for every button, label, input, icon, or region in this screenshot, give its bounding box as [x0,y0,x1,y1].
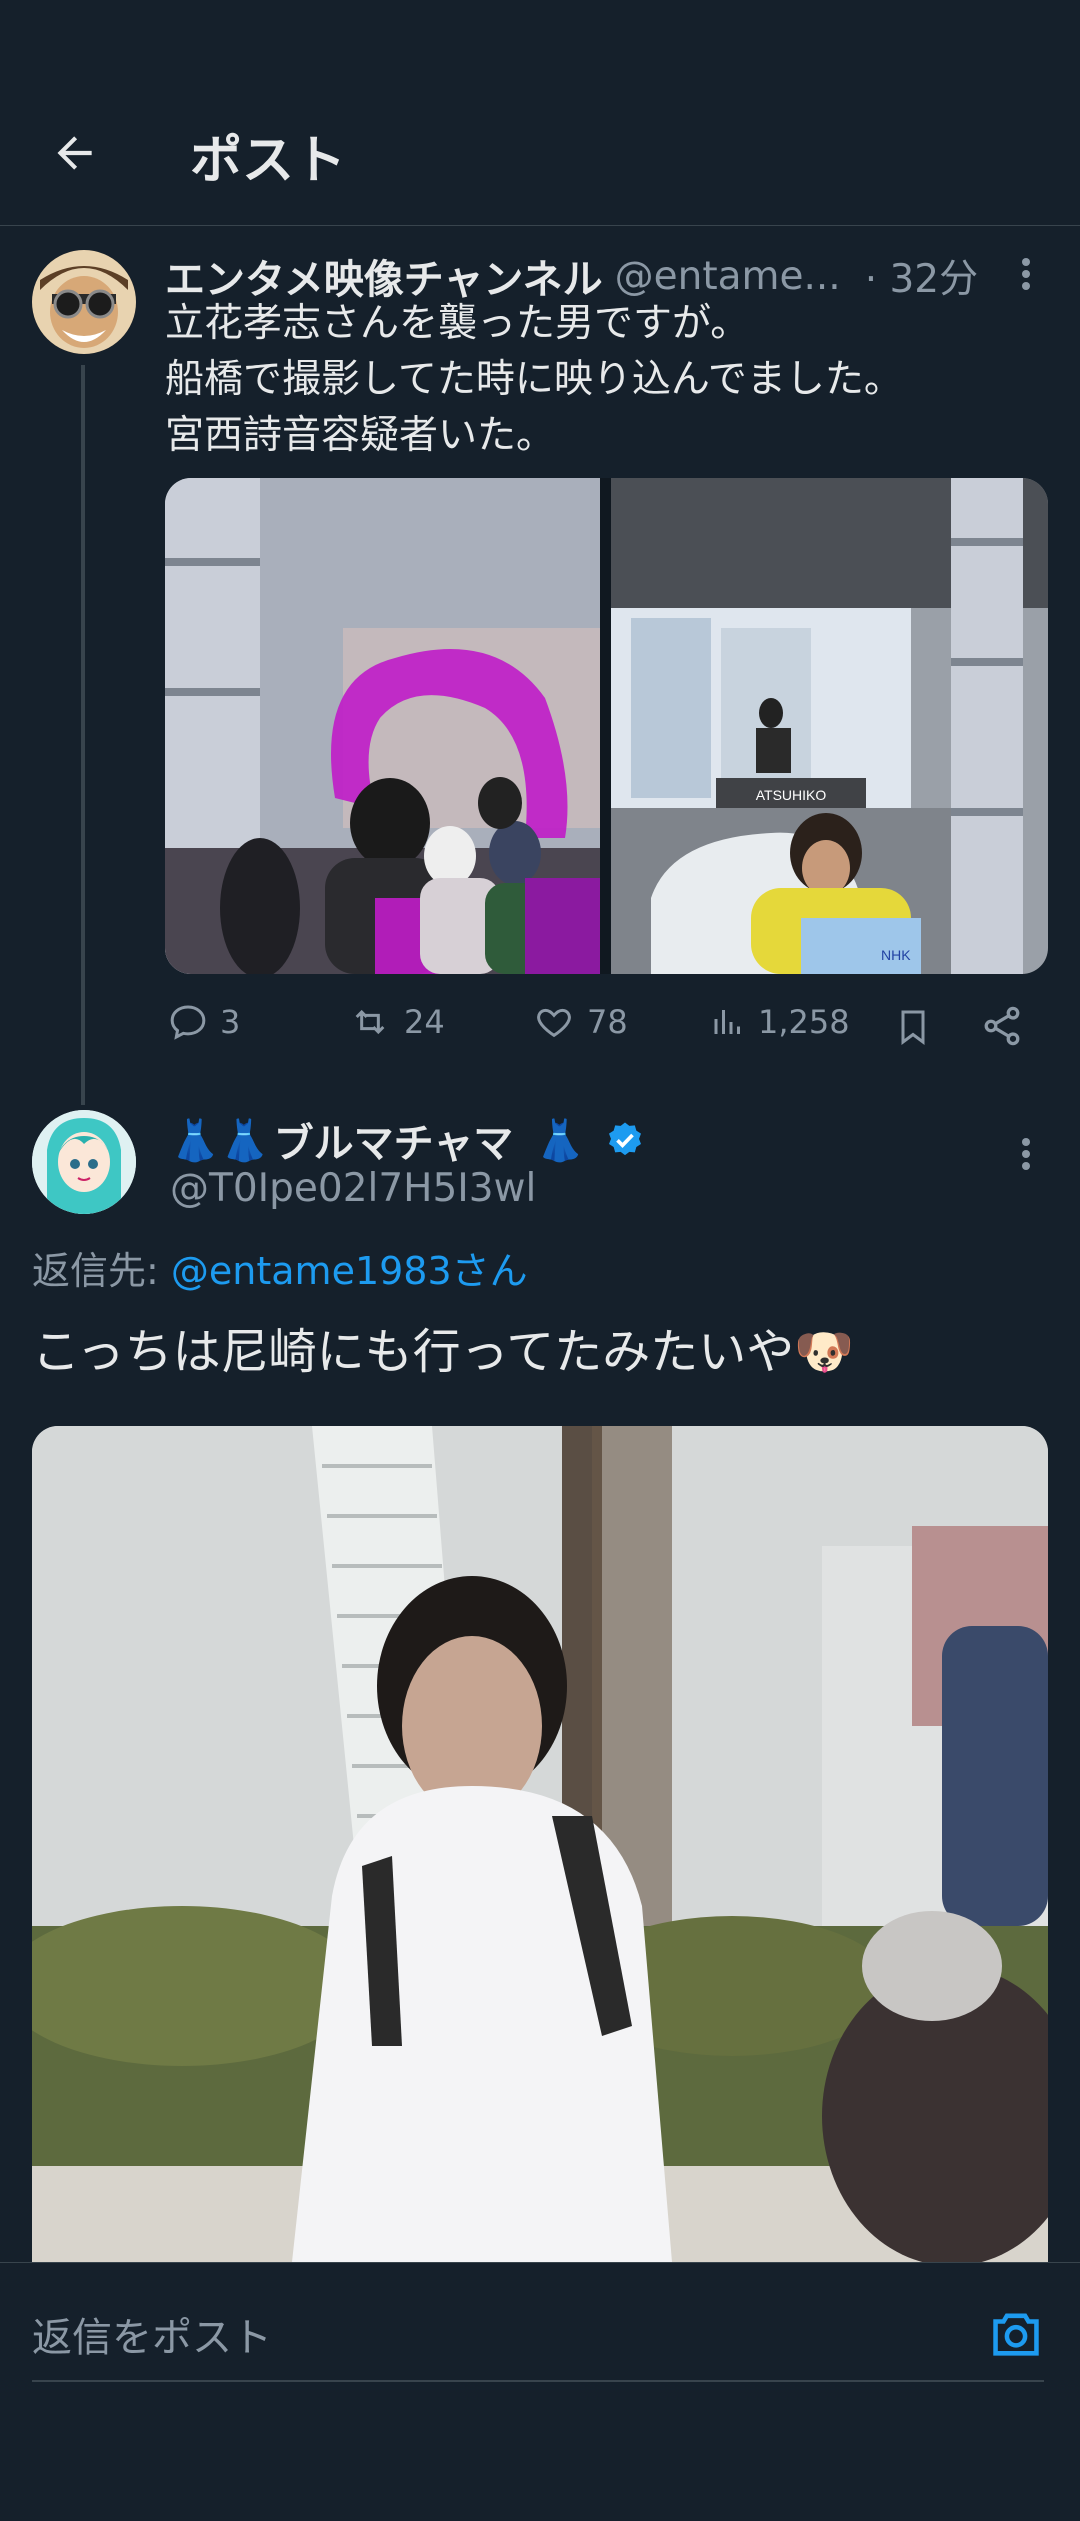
reply-post-text: こっちは尼崎にも行ってたみたいや🐶 [32,1324,855,1380]
share-button[interactable] [980,1004,1024,1048]
top-app-bar [0,0,1080,226]
author-avatar[interactable] [32,250,136,354]
bookmark-icon [901,1010,925,1045]
reply-author-avatar[interactable] [32,1110,136,1214]
share-icon [984,1006,1020,1046]
post-text: 立花孝志さんを襲った男ですが。 船橋で撮影してた時に映り込んでました。 宮西詩音… [165,296,1045,464]
post-text-line: 船橋で撮影してた時に映り込んでました。 [165,357,903,402]
post-text-line: 立花孝志さんを襲った男ですが。 [165,301,750,346]
reply-count: 3 [220,1003,241,1041]
reply-to-mention[interactable]: @entame1983さん [171,1249,528,1293]
photo-left[interactable] [165,478,600,974]
reply-post-photo[interactable] [32,1426,1048,2262]
repost-icon [355,1009,385,1035]
heart-icon [537,1008,571,1038]
post-media-grid: ATSUHIKO NHK [165,478,1048,974]
views-chart-icon [714,1010,740,1034]
repost-count: 24 [404,1003,445,1041]
author-handle[interactable]: @entame... [615,254,841,299]
placard-text: NHK [881,947,911,963]
thread-line [81,365,85,1105]
views-button[interactable]: 1,258 [710,1002,850,1042]
reply-to-line: 返信先: @entame1983さん [32,1240,528,1295]
repost-button[interactable]: 24 [348,1002,445,1042]
reply-icon [170,1005,206,1040]
truck-sign: ATSUHIKO [756,787,827,803]
arrow-left-icon [57,136,92,170]
reply-author-handle[interactable]: @T0Ipe02l7H5I3wl [170,1166,536,1211]
more-vertical-icon [1022,1138,1030,1170]
view-count: 1,258 [758,1003,850,1041]
verified-badge-icon [609,1122,642,1156]
reply-placeholder[interactable]: 返信をポスト [32,2305,272,2363]
bookmark-button[interactable] [893,1004,933,1050]
reply-post-header: 👗👗 ブルマチャマ 👗 [170,1108,870,1172]
reply-more-options-button[interactable] [1006,1124,1046,1184]
reply-author-name[interactable]: ブルマチャマ [274,1111,514,1169]
like-count: 78 [587,1003,628,1041]
page-title: ポスト [190,131,347,191]
back-button[interactable] [30,115,120,191]
reply-button[interactable]: 3 [168,1002,240,1042]
like-button[interactable]: 78 [533,1002,628,1042]
post-text-line: 宮西詩音容疑者いた。 [165,413,556,458]
more-vertical-icon [1022,258,1030,290]
reply-composer-input[interactable]: 返信をポスト [32,2288,1044,2382]
more-options-button[interactable] [1006,244,1046,304]
camera-icon[interactable] [988,2309,1044,2359]
name-emoji-prefix: 👗👗 [170,1117,270,1164]
name-emoji-suffix: 👗 [535,1117,586,1164]
reply-to-label: 返信先: [32,1249,159,1293]
photo-right[interactable]: ATSUHIKO NHK [611,478,1048,974]
